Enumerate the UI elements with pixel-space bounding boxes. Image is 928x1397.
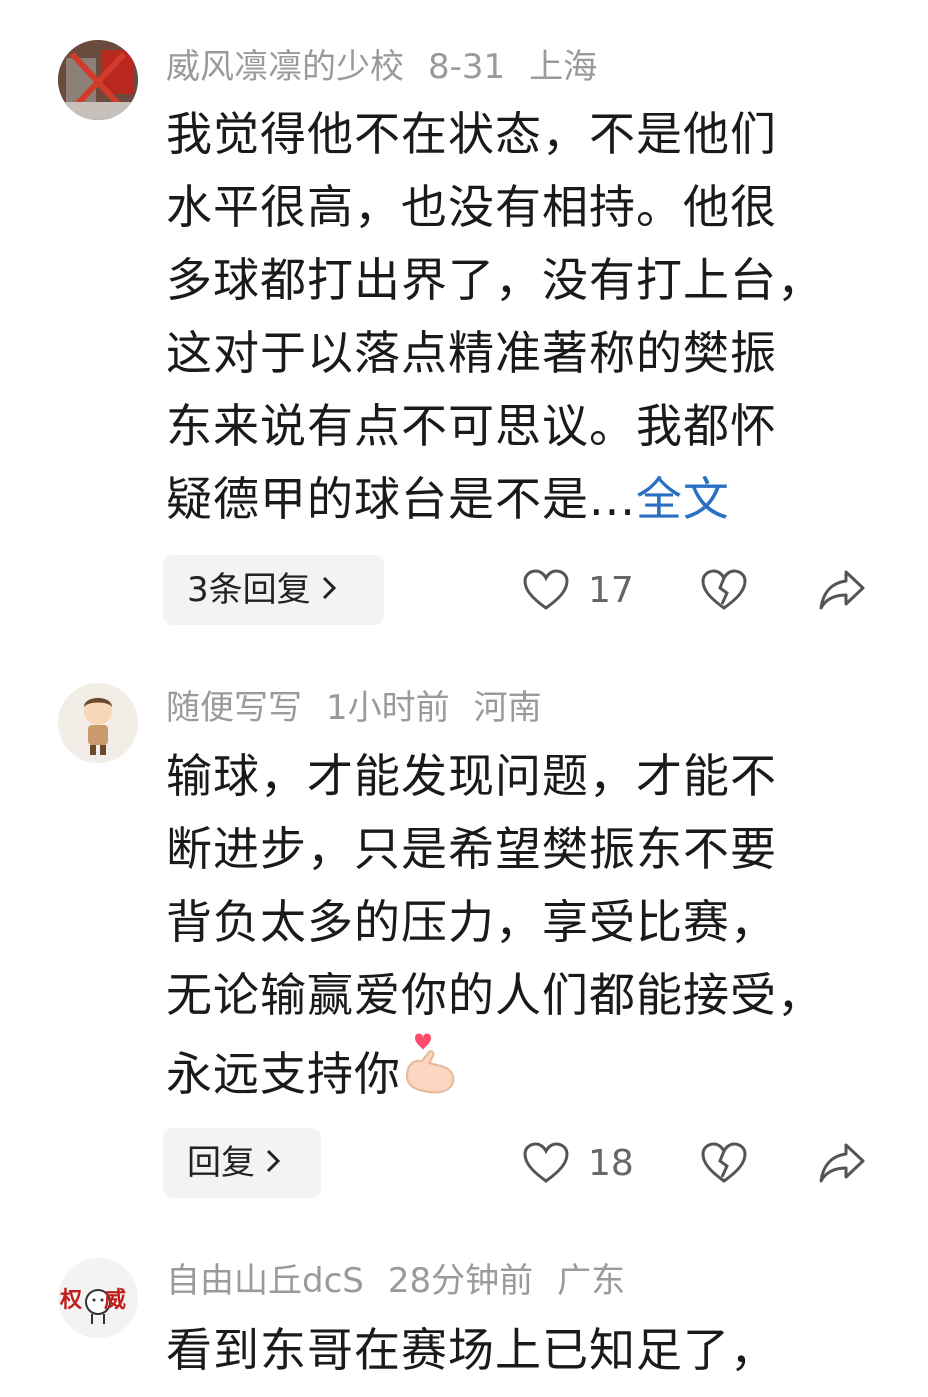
comment-line: 背负太多的压力，享受比赛， [166, 895, 777, 949]
comment-line: 看到东哥在赛场上已知足了， [166, 1323, 777, 1377]
timestamp: 8-31 [428, 47, 506, 87]
location: 河南 [473, 688, 542, 728]
timestamp: 1小时前 [326, 688, 450, 728]
dislike-button[interactable] [700, 1128, 748, 1198]
comment-meta: 随便写写 1小时前 河南 [166, 683, 566, 733]
comment-line: 输球，才能发现问题，才能不 [166, 749, 777, 803]
avatar[interactable] [58, 40, 138, 120]
heart-outline-icon [523, 569, 569, 610]
like-count: 18 [588, 1142, 634, 1184]
comment-line-last: 疑德甲的球台是不是...全文 [166, 463, 906, 536]
avatar[interactable] [58, 683, 138, 763]
comment-item: 权威 自由山丘dcS 28分钟前 广东 看到东哥在赛场上已知足了， [0, 1250, 928, 1397]
comment-text: 看到东哥在赛场上已知足了， [166, 1314, 906, 1387]
avatar[interactable]: 权威 [58, 1258, 138, 1338]
full-text-link[interactable]: 全文 [636, 472, 730, 526]
comment-line: 水平很高，也没有相持。他很 [166, 180, 777, 234]
comment-text: 输球，才能发现问题，才能不 断进步，只是希望樊振东不要 背负太多的压力，享受比赛… [166, 740, 906, 1105]
avatar-image [58, 40, 138, 120]
comment-line: 无论输赢爱你的人们都能接受， [166, 968, 824, 1022]
comment-line-last: 永远支持你 [166, 1032, 906, 1105]
share-arrow-icon [819, 1143, 865, 1183]
reply-button[interactable]: 回复 [163, 1128, 321, 1198]
comment-meta: 威风凛凛的少校 8-31 上海 [166, 42, 621, 92]
avatar-image [58, 683, 138, 763]
share-button[interactable] [818, 555, 866, 625]
comment-line: 这对于以落点精准著称的樊振 [166, 326, 777, 380]
share-button[interactable] [818, 1128, 866, 1198]
comment-text: 我觉得他不在状态，不是他们 水平很高，也没有相持。他很 多球都打出界了，没有打上… [166, 98, 906, 536]
comment-line: 我觉得他不在状态，不是他们 [166, 107, 777, 161]
username[interactable]: 自由山丘dcS [166, 1261, 364, 1301]
chevron-right-icon [265, 1128, 281, 1198]
comment-line: 永远支持你 [166, 1047, 401, 1101]
like-count: 17 [588, 569, 634, 611]
comment-line: 断进步，只是希望樊振东不要 [166, 822, 777, 876]
comment-item: 威风凛凛的少校 8-31 上海 我觉得他不在状态，不是他们 水平很高，也没有相持。他… [0, 0, 928, 650]
heart-outline-icon [523, 1142, 569, 1183]
comment-line: 多球都打出界了，没有打上台， [166, 253, 824, 307]
comment-item: 随便写写 1小时前 河南 输球，才能发现问题，才能不 断进步，只是希望樊振东不要 背… [0, 650, 928, 1250]
username[interactable]: 随便写写 [166, 688, 302, 728]
like-button[interactable]: 17 [522, 555, 634, 625]
broken-heart-icon [701, 569, 747, 610]
location: 广东 [557, 1261, 626, 1301]
broken-heart-icon [701, 1142, 747, 1183]
location: 上海 [529, 47, 598, 87]
comment-meta: 自由山丘dcS 28分钟前 广东 [166, 1256, 649, 1306]
dislike-button[interactable] [700, 555, 748, 625]
like-button[interactable]: 18 [522, 1128, 634, 1198]
share-arrow-icon [819, 570, 865, 610]
comment-line: 疑德甲的球台是不是... [166, 472, 636, 526]
chevron-right-icon [321, 555, 337, 625]
timestamp: 28分钟前 [387, 1261, 534, 1301]
avatar-text: 权威 [60, 1287, 138, 1313]
finger-heart-emoji-icon [405, 1033, 455, 1094]
username[interactable]: 威风凛凛的少校 [166, 47, 404, 87]
reply-label: 3条回复 [187, 570, 311, 610]
comment-line: 东来说有点不可思议。我都怀 [166, 399, 777, 453]
reply-label: 回复 [187, 1143, 255, 1183]
view-replies-button[interactable]: 3条回复 [163, 555, 384, 625]
